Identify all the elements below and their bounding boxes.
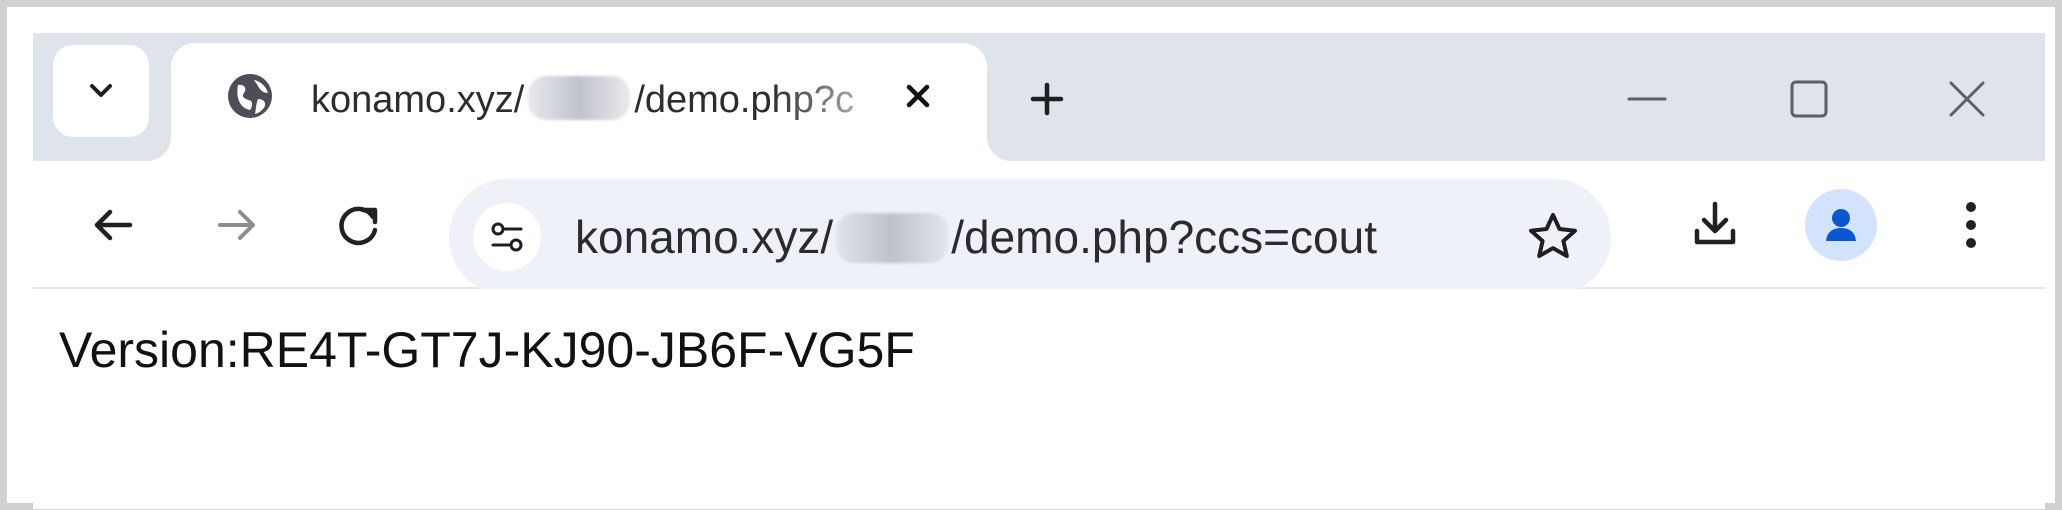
tab-title-suffix: /demo.php?c <box>634 79 855 121</box>
forward-button[interactable] <box>201 189 273 261</box>
tab-strip: konamo.xyz/ /demo.php?c <box>33 33 2045 185</box>
minimize-icon <box>1627 97 1667 101</box>
url-prefix: konamo.xyz/ <box>575 211 834 263</box>
blurred-url-segment <box>528 76 631 120</box>
chevron-down-icon <box>90 84 112 97</box>
browser-toolbar: konamo.xyz/ /demo.php?ccs=cout <box>33 161 2045 295</box>
download-icon <box>1694 201 1736 245</box>
profile-button[interactable] <box>1805 189 1877 261</box>
blurred-url-segment <box>836 213 949 263</box>
browser-menu-button[interactable] <box>1935 189 2007 261</box>
browser-window: konamo.xyz/ /demo.php?c konamo.xyz/ /demo… <box>33 33 2045 509</box>
close-window-button[interactable] <box>1931 67 2003 131</box>
globe-icon <box>228 74 272 118</box>
tab-title: konamo.xyz/ /demo.php?c <box>311 74 887 126</box>
maximize-icon <box>1790 80 1828 118</box>
screenshot-frame: konamo.xyz/ /demo.php?c konamo.xyz/ /demo… <box>0 0 2062 510</box>
site-info-icon <box>491 222 523 252</box>
minimize-window-button[interactable] <box>1611 67 1683 131</box>
tab-close-button[interactable] <box>893 71 943 121</box>
close-icon <box>1949 81 1985 117</box>
tab-search-button[interactable] <box>53 45 149 137</box>
site-info-button[interactable] <box>473 203 541 271</box>
reload-icon <box>339 206 378 246</box>
maximize-window-button[interactable] <box>1773 67 1845 131</box>
star-icon <box>1529 213 1577 258</box>
address-bar[interactable]: konamo.xyz/ /demo.php?ccs=cout <box>449 179 1611 295</box>
bookmark-button[interactable] <box>1519 203 1587 271</box>
back-arrow-icon <box>94 209 133 241</box>
tab-title-prefix: konamo.xyz/ <box>311 79 525 121</box>
person-icon <box>1826 209 1856 241</box>
download-button[interactable] <box>1679 189 1751 261</box>
close-icon <box>906 84 930 108</box>
plus-icon <box>1030 82 1064 116</box>
url-text[interactable]: konamo.xyz/ /demo.php?ccs=cout <box>575 208 1415 266</box>
forward-arrow-icon <box>218 210 255 240</box>
reload-button[interactable] <box>323 189 395 261</box>
version-text: Version:RE4T-GT7J-KJ90-JB6F-VG5F <box>59 322 915 378</box>
new-tab-button[interactable] <box>1015 67 1079 131</box>
url-suffix: /demo.php?ccs=cout <box>951 211 1377 263</box>
back-button[interactable] <box>77 189 149 261</box>
page-content: Version:RE4T-GT7J-KJ90-JB6F-VG5F <box>33 289 2045 509</box>
vertical-dots-icon <box>1966 202 1976 248</box>
